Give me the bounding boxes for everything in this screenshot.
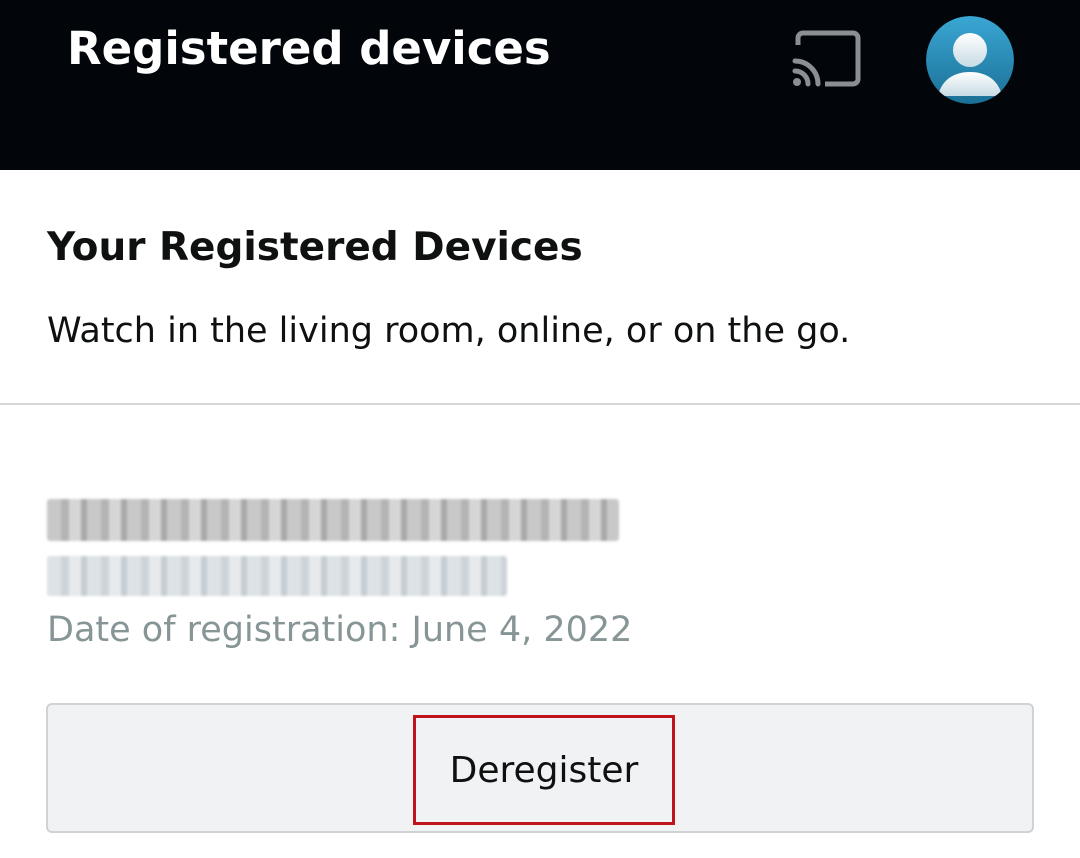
cast-button[interactable] bbox=[790, 28, 864, 90]
profile-avatar-button[interactable] bbox=[926, 16, 1014, 104]
page-title: Registered devices bbox=[67, 22, 551, 75]
section-title: Your Registered Devices bbox=[47, 225, 583, 270]
device-type-redacted bbox=[47, 556, 507, 596]
deregister-button-label[interactable]: Deregister bbox=[413, 715, 675, 825]
section-subtitle: Watch in the living room, online, or on … bbox=[47, 311, 851, 351]
cast-icon bbox=[792, 30, 861, 87]
device-name-redacted bbox=[47, 499, 619, 541]
registration-date: Date of registration: June 4, 2022 bbox=[47, 610, 633, 650]
user-avatar-icon bbox=[926, 16, 1014, 104]
top-app-bar: Registered devices bbox=[0, 0, 1080, 170]
section-divider bbox=[0, 403, 1080, 405]
